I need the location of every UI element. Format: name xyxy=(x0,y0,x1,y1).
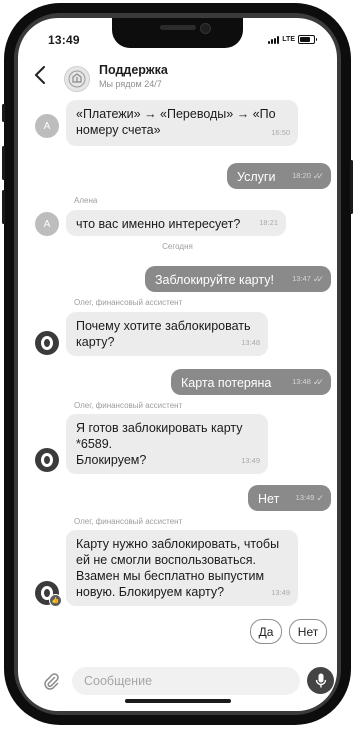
network-type: LTE xyxy=(282,36,295,43)
message-text: что вас именно интересует? xyxy=(76,217,241,231)
message-bubble-outgoing: Услуги 18:20 ✓✓ xyxy=(227,163,331,189)
user-avatar: А xyxy=(35,114,59,138)
mute-switch xyxy=(2,104,5,122)
message-time: 13:49 xyxy=(271,588,290,597)
message-time: 13:49 xyxy=(295,493,315,502)
message-meta: 13:49 xyxy=(271,585,290,601)
message-time: 13:48 xyxy=(241,338,260,347)
message-meta: 13:49 xyxy=(241,453,260,469)
message-time: 13:49 xyxy=(241,456,260,465)
message-text: Я готов заблокировать карту *6589. Блоки… xyxy=(76,421,243,467)
notch xyxy=(112,18,243,48)
status-icons: LTE xyxy=(268,35,317,44)
message-time: 18:20 xyxy=(292,171,311,180)
message-bubble-incoming: Я готов заблокировать карту *6589. Блоки… xyxy=(66,414,268,474)
message-meta: 16:50 xyxy=(271,125,290,141)
message-bubble-incoming: Почему хотите заблокировать карту? 13:48 xyxy=(66,312,268,356)
message-bubble-outgoing: Нет 13:49 ✓ xyxy=(248,485,331,511)
message-time: 18:21 xyxy=(259,218,278,227)
check-icon: ✓ xyxy=(316,493,323,503)
assistant-avatar: 👍 xyxy=(35,581,62,607)
signal-icon xyxy=(268,35,280,44)
message-meta: 13:49 ✓ xyxy=(295,490,324,506)
message-meta: 13:48 ✓✓ xyxy=(292,374,324,390)
bank-logo-icon xyxy=(68,70,86,88)
chat-title: Поддержка xyxy=(99,63,168,77)
message-meta: 18:20 ✓✓ xyxy=(292,168,324,184)
volume-up-button xyxy=(2,146,5,180)
message-time: 16:50 xyxy=(271,128,290,137)
message-meta: 18:21 xyxy=(259,215,278,231)
message-bubble-outgoing: Заблокируйте карту! 13:47 ✓✓ xyxy=(145,266,331,292)
support-avatar xyxy=(64,66,90,92)
assistant-logo-icon xyxy=(41,336,53,350)
day-divider: Сегодня xyxy=(162,242,193,251)
message-composer xyxy=(18,660,337,700)
front-camera xyxy=(200,23,211,34)
message-bubble-incoming: что вас именно интересует? 18:21 xyxy=(66,210,286,236)
sender-name: Алена xyxy=(74,196,98,205)
sender-name: Олег, финансовый ассистент xyxy=(74,401,183,410)
quick-reply-yes[interactable]: Да xyxy=(250,619,282,644)
assistant-avatar xyxy=(35,448,59,472)
battery-icon xyxy=(298,35,317,44)
message-text: Почему хотите заблокировать карту? xyxy=(76,319,251,349)
user-avatar: А xyxy=(35,212,59,236)
message-bubble-incoming: Карту нужно заблокировать, чтобы ей не с… xyxy=(66,530,298,606)
thumbs-up-icon: 👍 xyxy=(49,594,62,607)
assistant-logo-icon xyxy=(41,453,53,467)
message-text: Карту нужно заблокировать, чтобы ей не с… xyxy=(76,537,280,599)
message-meta: 13:47 ✓✓ xyxy=(292,271,324,287)
message-bubble-outgoing: Карта потеряна 13:48 ✓✓ xyxy=(171,369,331,395)
message-meta: 13:48 xyxy=(241,335,260,351)
message-text: «Платежи» → «Переводы» → «По номеру счет… xyxy=(76,107,276,137)
sender-name: Олег, финансовый ассистент xyxy=(74,298,183,307)
status-time: 13:49 xyxy=(48,33,80,47)
chevron-left-icon[interactable] xyxy=(34,66,48,86)
speaker-grille xyxy=(160,25,196,30)
message-time: 13:47 xyxy=(292,274,311,283)
chat-header: Поддержка Мы рядом 24/7 xyxy=(18,58,337,98)
microphone-icon[interactable] xyxy=(307,667,334,694)
message-input[interactable] xyxy=(72,667,300,695)
chat-subtitle: Мы рядом 24/7 xyxy=(99,79,162,89)
message-time: 13:48 xyxy=(292,377,311,386)
home-indicator[interactable] xyxy=(125,699,231,703)
double-check-icon: ✓✓ xyxy=(312,377,324,387)
quick-reply-no[interactable]: Нет xyxy=(289,619,327,644)
chat-screen: 13:49 LTE Поддержка Мы рядом 24/7 А «Пла… xyxy=(18,18,337,711)
power-button xyxy=(350,160,353,214)
double-check-icon: ✓✓ xyxy=(312,171,324,181)
sender-name: Олег, финансовый ассистент xyxy=(74,517,183,526)
volume-down-button xyxy=(2,190,5,224)
paperclip-icon[interactable] xyxy=(42,672,60,690)
assistant-avatar xyxy=(35,331,59,355)
message-bubble-incoming: «Платежи» → «Переводы» → «По номеру счет… xyxy=(66,100,298,146)
double-check-icon: ✓✓ xyxy=(312,274,324,284)
